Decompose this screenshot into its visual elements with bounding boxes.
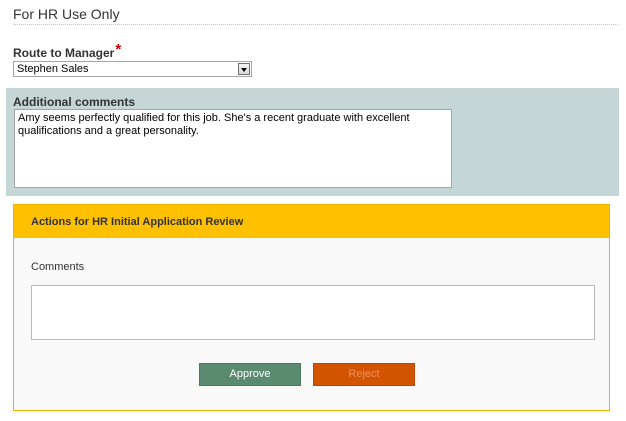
- route-to-manager-selected-value: Stephen Sales: [17, 63, 89, 75]
- actions-panel: Actions for HR Initial Application Revie…: [13, 204, 610, 411]
- required-indicator: *: [115, 41, 122, 58]
- actions-comments-label: Comments: [31, 261, 85, 273]
- section-title: For HR Use Only: [13, 6, 120, 22]
- section-divider: [13, 24, 618, 25]
- additional-comments-label: Additional comments: [13, 95, 136, 109]
- hr-review-page: For HR Use Only Route to Manager* Stephe…: [0, 0, 626, 421]
- chevron-down-icon[interactable]: [238, 63, 250, 75]
- route-to-manager-label: Route to Manager*: [13, 41, 122, 61]
- approve-button[interactable]: Approve: [199, 363, 301, 386]
- actions-comments-textarea[interactable]: [31, 285, 595, 340]
- additional-comments-textarea[interactable]: Amy seems perfectly qualified for this j…: [14, 109, 452, 188]
- route-to-manager-select[interactable]: Stephen Sales: [13, 61, 252, 77]
- route-to-manager-label-text: Route to Manager: [13, 46, 115, 60]
- actions-header: Actions for HR Initial Application Revie…: [14, 205, 609, 238]
- reject-button[interactable]: Reject: [313, 363, 415, 386]
- actions-title: Actions for HR Initial Application Revie…: [31, 216, 244, 228]
- additional-comments-panel: Additional comments Amy seems perfectly …: [6, 88, 619, 196]
